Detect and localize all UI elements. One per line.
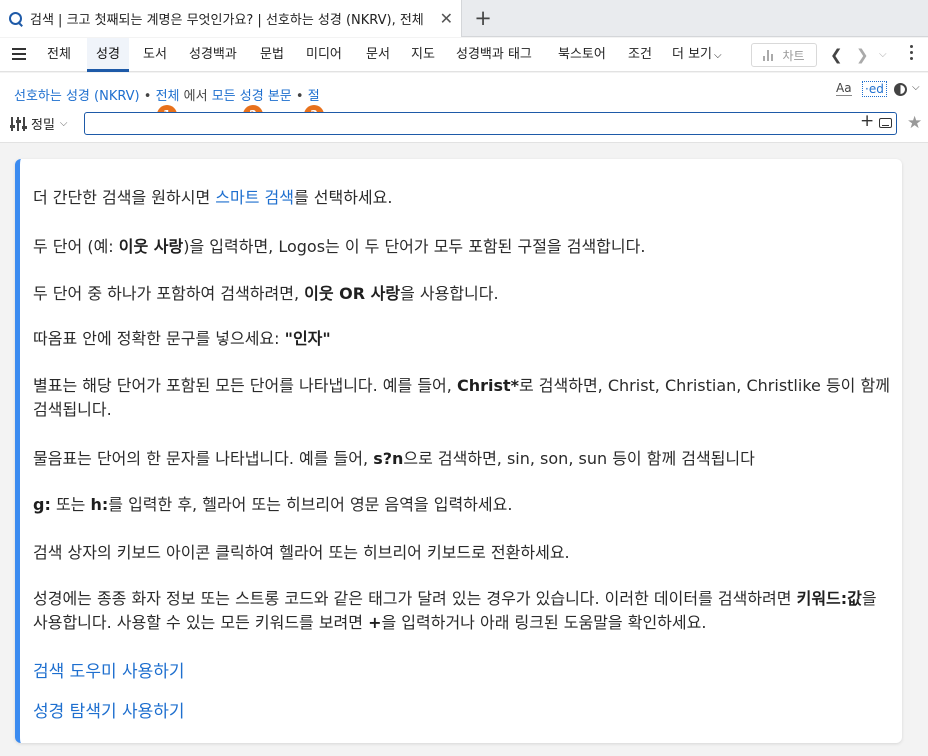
favorite-star-icon[interactable]: ★ (907, 113, 922, 133)
tab-factbook[interactable]: 성경백과 (189, 38, 237, 72)
search-input[interactable] (84, 112, 897, 135)
tab-all[interactable]: 전체 (47, 38, 71, 72)
hamburger-menu-icon[interactable] (12, 48, 26, 60)
help-original-language: g: 또는 h:를 입력한 후, 헬라어 또는 히브리어 영문 음역을 입력하세… (33, 495, 513, 514)
keyboard-icon[interactable] (879, 118, 892, 128)
tab-more-label: 더 보기 (672, 47, 713, 62)
search-help-card: 더 간단한 검색을 원하시면 스마트 검색를 선택하세요. 두 단어 (예: 이… (15, 159, 902, 743)
chevron-down-icon: ⌵ (59, 118, 68, 129)
sliders-icon (10, 116, 27, 131)
help-or-operator: 두 단어 중 하나가 포함하여 검색하려면, 이웃 OR 사랑을 사용합니다. (33, 284, 499, 303)
breadcrumb-separator: • (143, 89, 152, 104)
tab-title: 검색 | 크고 첫째되는 계명은 무엇인가요? | 선호하는 성경 (NKRV)… (30, 13, 424, 28)
display-mode-icon[interactable] (894, 83, 907, 96)
help-two-words: 두 단어 (예: 이웃 사랑)을 입력하면, Logos는 이 두 단어가 모두… (33, 237, 646, 256)
help-keyboard: 검색 상자의 키보드 아이콘 클릭하여 헬라어 또는 히브리어 키보드로 전환하… (33, 543, 570, 562)
tab-grammar[interactable]: 문법 (260, 38, 284, 72)
search-icon (8, 11, 24, 27)
tab-documents[interactable]: 문서 (366, 38, 390, 72)
forward-arrow-icon[interactable]: ❯ (856, 46, 869, 64)
help-smart-search: 더 간단한 검색을 원하시면 스마트 검색를 선택하세요. (33, 188, 393, 207)
breadcrumb-separator: • (295, 89, 304, 104)
smart-search-link[interactable]: 스마트 검색 (215, 188, 294, 207)
tab-factbook-tags[interactable]: 성경백과 태그 (456, 38, 532, 72)
bible-selector-link[interactable]: 선호하는 성경 (NKRV) (14, 89, 140, 104)
back-arrow-icon[interactable]: ❮ (830, 46, 843, 64)
chevron-down-icon: ⌵ (714, 50, 722, 61)
scope-selector-link[interactable]: 전체 (156, 89, 180, 104)
chevron-down-icon[interactable]: ⌵ (912, 82, 920, 93)
help-keywords: 성경에는 종종 화자 정보 또는 스트롱 코드와 같은 태그가 달려 있는 경우… (33, 589, 877, 632)
forward-history-chevron-icon[interactable]: ⌵ (879, 49, 887, 60)
chart-button[interactable]: 차트 (751, 43, 817, 67)
tab-bible[interactable]: 성경 (87, 38, 129, 72)
tab-more[interactable]: 더 보기 ⌵ (672, 38, 722, 72)
chart-button-label: 차트 (782, 48, 805, 63)
tab-maps[interactable]: 지도 (411, 38, 435, 72)
tab-books[interactable]: 도서 (143, 38, 167, 72)
tab-conditions[interactable]: 조건 (628, 38, 652, 72)
more-options-icon[interactable] (910, 45, 914, 63)
help-asterisk: 별표는 해당 단어가 포함된 모든 단어를 나타냅니다. 예를 들어, Chri… (33, 376, 890, 419)
inflected-forms-icon[interactable]: ·ed (862, 81, 887, 97)
search-header: 선호하는 성경 (NKRV) • 전체 에서 모든 성경 본문 • 절 1 2 … (0, 73, 928, 143)
font-size-icon[interactable]: Aa (836, 81, 852, 96)
help-quotes: 따옴표 안에 정확한 문구를 넣으세요: "인자" (33, 329, 331, 348)
field-selector-link[interactable]: 모든 성경 본문 (212, 89, 292, 104)
search-assistant-link[interactable]: 검색 도우미 사용하기 (33, 657, 185, 682)
browser-tab-bar: 검색 | 크고 첫째되는 계명은 무엇인가요? | 선호하는 성경 (NKRV)… (0, 0, 928, 37)
bible-browser-link[interactable]: 성경 탐색기 사용하기 (33, 697, 185, 722)
search-tab[interactable]: 검색 | 크고 첫째되는 계명은 무엇인가요? | 선호하는 성경 (NKRV)… (0, 0, 462, 37)
close-tab-icon[interactable]: ✕ (440, 9, 453, 28)
help-question-mark: 물음표는 단어의 한 문자를 나타냅니다. 예를 들어, s?n으로 검색하면,… (33, 449, 755, 468)
tab-bookstore[interactable]: 북스토어 (558, 38, 606, 72)
menu-bar: 전체 성경 도서 성경백과 문법 미디어 문서 지도 성경백과 태그 북스토어 … (0, 38, 928, 72)
unit-selector-link[interactable]: 절 (308, 89, 320, 104)
add-keyword-icon[interactable]: + (860, 111, 874, 131)
new-tab-button[interactable]: + (470, 5, 496, 31)
bar-chart-icon (763, 49, 776, 61)
breadcrumb-in-text: 에서 (183, 89, 208, 104)
precision-label: 정밀 (31, 118, 55, 133)
breadcrumb: 선호하는 성경 (NKRV) • 전체 에서 모든 성경 본문 • 절 (14, 85, 320, 104)
tab-media[interactable]: 미디어 (306, 38, 342, 72)
precision-dropdown[interactable]: 정밀 ⌵ (10, 114, 68, 133)
